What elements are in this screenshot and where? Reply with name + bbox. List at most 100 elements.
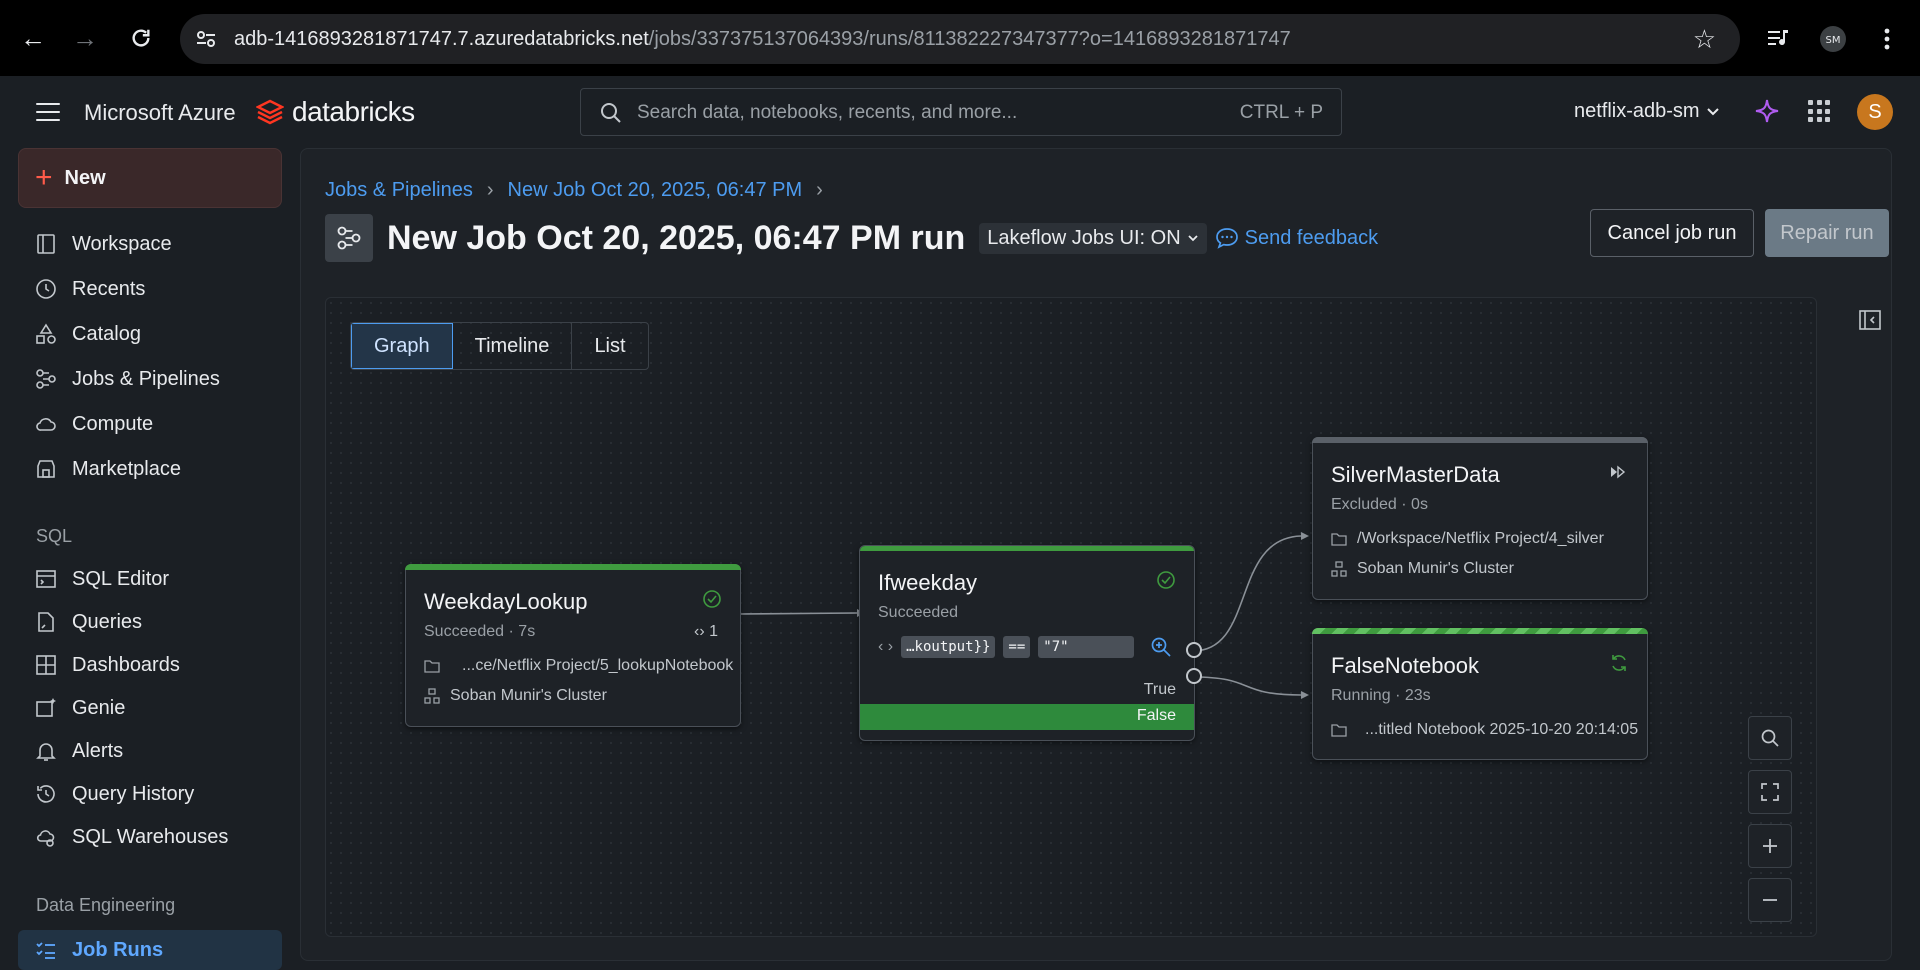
- bookmark-star-icon[interactable]: ☆: [1693, 25, 1716, 53]
- hamburger-menu-icon[interactable]: [36, 103, 60, 121]
- status-bar: [860, 546, 1194, 551]
- side-panel-toggle-icon[interactable]: [1857, 307, 1883, 333]
- sidebar-item-catalog[interactable]: Catalog: [18, 314, 282, 354]
- zoom-out-button[interactable]: [1748, 878, 1792, 922]
- sidebar-item-dashboards[interactable]: Dashboards: [18, 645, 282, 685]
- feedback-chat-icon: [1215, 228, 1238, 249]
- folder-icon: [424, 660, 440, 673]
- sidebar-item-label: Workspace: [72, 232, 172, 255]
- minus-icon: [1763, 899, 1777, 901]
- back-icon[interactable]: ←: [18, 23, 48, 53]
- address-bar[interactable]: adb-1416893281871747.7.azuredatabricks.n…: [180, 14, 1740, 64]
- repair-run-button[interactable]: Repair run: [1765, 209, 1889, 257]
- browser-chrome: ← → adb-1416893281871747.7.azuredatabric…: [0, 0, 1920, 76]
- task-name: Ifweekday: [878, 570, 978, 595]
- task-name: FalseNotebook: [1331, 653, 1479, 678]
- task-node-ifweekday[interactable]: Ifweekday Succeeded ‹ › …koutput}} == "7…: [859, 545, 1195, 741]
- sidebar-item-sql-editor[interactable]: SQL Editor: [18, 559, 282, 599]
- sidebar-item-workspace[interactable]: Workspace: [18, 224, 282, 264]
- job-graph-canvas[interactable]: Graph Timeline List WeekdayLookup Succee…: [325, 297, 1817, 937]
- sql-editor-icon: [36, 570, 56, 588]
- sidebar-item-label: SQL Warehouses: [72, 825, 229, 848]
- task-name: WeekdayLookup: [424, 589, 588, 614]
- user-avatar[interactable]: S: [1857, 94, 1893, 130]
- breadcrumb-jobs-pipelines[interactable]: Jobs & Pipelines: [325, 179, 473, 202]
- ui-toggle-label: Lakeflow Jobs UI: ON: [987, 226, 1181, 249]
- browser-menu-icon[interactable]: [1872, 24, 1902, 54]
- new-label: New: [64, 166, 106, 189]
- sidebar-item-queries[interactable]: Queries: [18, 602, 282, 642]
- chevron-down-icon: [1706, 107, 1719, 115]
- breadcrumb: Jobs & Pipelines › New Job Oct 20, 2025,…: [325, 179, 823, 202]
- sidebar-item-label: Alerts: [72, 739, 124, 762]
- sidebar-item-compute[interactable]: Compute: [18, 404, 282, 444]
- task-node-silvermasterdata[interactable]: SilverMasterData Excluded · 0s /Workspac…: [1312, 437, 1648, 600]
- task-status: Excluded · 0s: [1331, 496, 1428, 513]
- success-check-icon: [703, 590, 721, 608]
- profile-extension-icon[interactable]: SM: [1818, 24, 1848, 54]
- task-status: Running · 23s: [1331, 687, 1431, 704]
- success-check-icon: [1157, 571, 1175, 589]
- global-search-input[interactable]: Search data, notebooks, recents, and mor…: [580, 88, 1342, 136]
- task-node-weekdaylookup[interactable]: WeekdayLookup Succeeded · 7s ‹› 1 ...ce/…: [405, 564, 741, 727]
- sidebar-item-job-runs[interactable]: Job Runs: [18, 930, 282, 970]
- sidebar-item-genie[interactable]: Genie: [18, 688, 282, 728]
- media-control-icon[interactable]: [1764, 24, 1794, 54]
- store-icon: [37, 460, 55, 478]
- new-button[interactable]: + New: [18, 148, 282, 208]
- condition-expression: ‹ › …koutput}} == "7": [878, 636, 1172, 658]
- sidebar-item-label: Queries: [72, 610, 143, 633]
- lakeflow-ui-toggle[interactable]: Lakeflow Jobs UI: ON: [979, 222, 1207, 254]
- databricks-logo-icon: [256, 99, 284, 125]
- task-notebook-path: ...ce/Netflix Project/5_lookupNotebook: [424, 657, 733, 675]
- branch-true-label: True: [1143, 681, 1176, 698]
- workspace-icon: [37, 234, 55, 254]
- sidebar-item-label: SQL Editor: [72, 567, 170, 590]
- zoom-in-icon[interactable]: [1150, 636, 1172, 658]
- task-status: Succeeded: [878, 604, 959, 621]
- dashboard-icon: [36, 655, 56, 675]
- brand-microsoft-azure: Microsoft Azure: [84, 100, 236, 125]
- fit-view-button[interactable]: [1748, 770, 1792, 814]
- cluster-icon: [1331, 561, 1347, 577]
- search-icon: [601, 103, 621, 123]
- tab-timeline[interactable]: Timeline: [453, 323, 573, 369]
- sidebar-item-alerts[interactable]: Alerts: [18, 731, 282, 771]
- history-icon: [37, 785, 55, 803]
- site-info-icon[interactable]: [194, 27, 218, 51]
- sidebar-section-data-engineering: Data Engineering: [36, 895, 176, 915]
- cancel-job-run-button[interactable]: Cancel job run: [1590, 209, 1754, 257]
- plus-icon: +: [35, 161, 53, 194]
- task-output-count: ‹› 1: [694, 623, 719, 640]
- reload-icon[interactable]: [126, 23, 156, 53]
- databricks-logo[interactable]: databricks: [256, 96, 415, 128]
- search-icon: [1761, 729, 1779, 747]
- bell-icon: [36, 743, 56, 761]
- sidebar-item-label: Recents: [72, 277, 146, 300]
- tab-graph[interactable]: Graph: [351, 323, 453, 369]
- task-node-falsenotebook[interactable]: FalseNotebook Running · 23s ...titled No…: [1312, 628, 1648, 760]
- branch-true-port[interactable]: [1186, 642, 1202, 658]
- workspace-selector[interactable]: netflix-adb-sm: [1574, 100, 1720, 123]
- branch-false-port[interactable]: [1186, 668, 1202, 684]
- sidebar-item-label: Query History: [72, 782, 195, 805]
- graph-search-button[interactable]: [1748, 716, 1792, 760]
- sidebar-item-recents[interactable]: Recents: [18, 269, 282, 309]
- assistant-sparkle-icon[interactable]: [1754, 98, 1780, 124]
- breadcrumb-job[interactable]: New Job Oct 20, 2025, 06:47 PM: [508, 179, 803, 202]
- workspace-name: netflix-adb-sm: [1574, 100, 1700, 122]
- running-refresh-icon: [1612, 655, 1626, 671]
- send-feedback-link[interactable]: Send feedback: [1215, 227, 1378, 250]
- tab-list[interactable]: List: [572, 323, 647, 369]
- apps-grid-icon[interactable]: [1808, 100, 1830, 122]
- zoom-in-button[interactable]: [1748, 824, 1792, 868]
- sidebar-item-jobs-pipelines[interactable]: Jobs & Pipelines: [18, 359, 282, 399]
- view-tabs: Graph Timeline List: [350, 322, 649, 370]
- sidebar-item-label: Dashboards: [72, 653, 180, 676]
- forward-icon[interactable]: →: [70, 23, 100, 53]
- task-notebook-path: ...titled Notebook 2025-10-20 20:14:05: [1331, 721, 1638, 739]
- task-status: Succeeded · 7s: [424, 623, 536, 640]
- sidebar-item-query-history[interactable]: Query History: [18, 774, 282, 814]
- sidebar-item-marketplace[interactable]: Marketplace: [18, 449, 282, 489]
- sidebar-item-sql-warehouses[interactable]: SQL Warehouses: [18, 817, 282, 857]
